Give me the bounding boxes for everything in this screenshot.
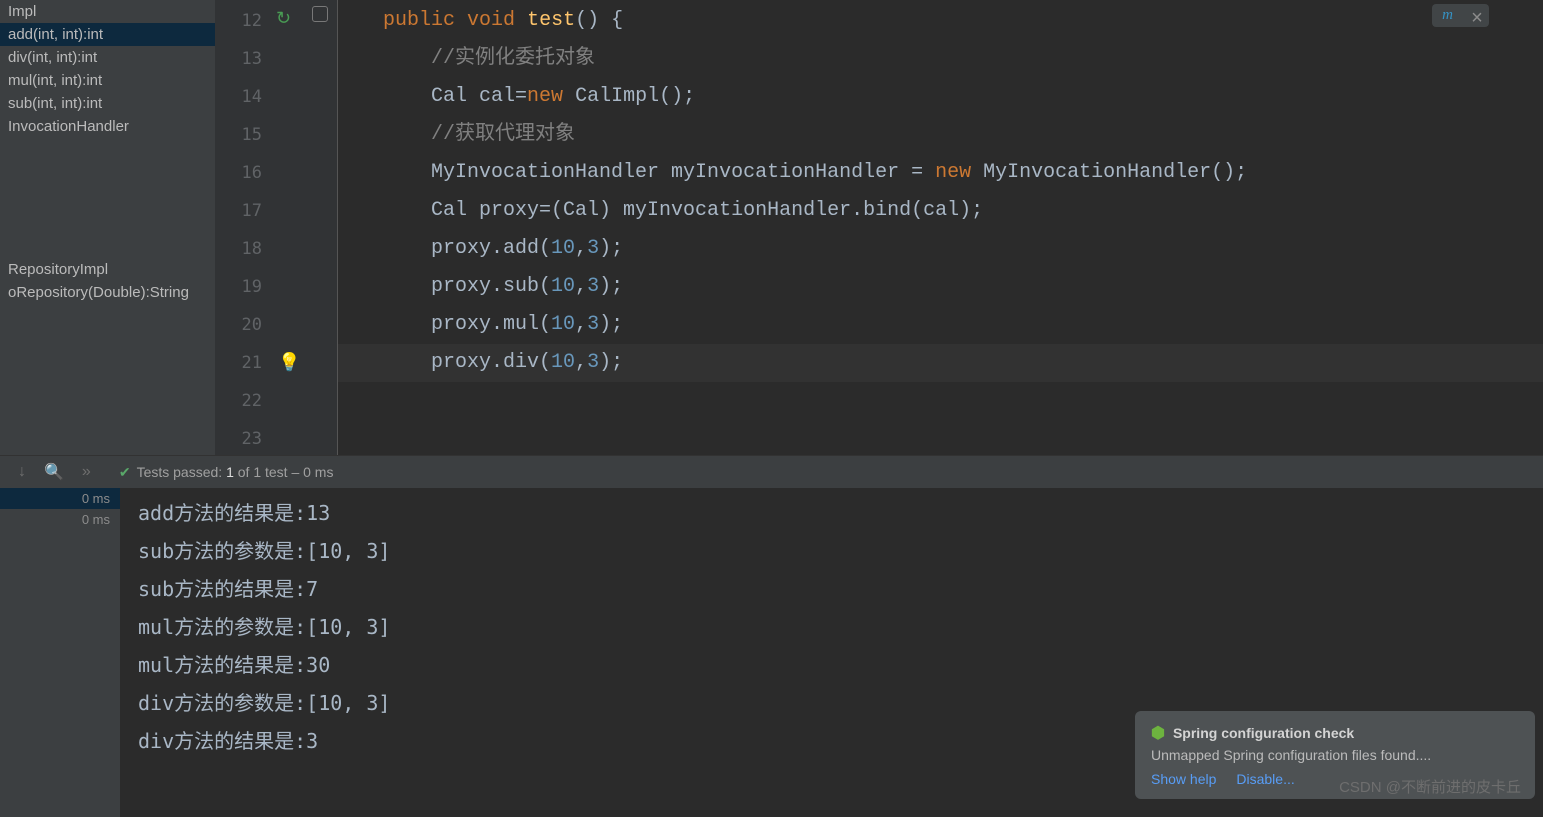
structure-item[interactable]: mul(int, int):int <box>0 69 215 92</box>
line-number[interactable]: 13 <box>215 40 270 78</box>
structure-item[interactable]: Impl <box>0 0 215 23</box>
code-line[interactable]: Cal proxy=(Cal) myInvocationHandler.bind… <box>338 192 1543 230</box>
code-line[interactable]: //获取代理对象 <box>338 116 1543 154</box>
line-number[interactable]: 22 <box>215 382 270 420</box>
structure-item[interactable]: div(int, int):int <box>0 46 215 69</box>
line-number[interactable]: 12 <box>215 2 270 40</box>
more-icon[interactable]: » <box>82 463 91 481</box>
notification-link[interactable]: Show help <box>1151 771 1216 787</box>
watermark: CSDN @不断前进的皮卡丘 <box>1339 776 1521 797</box>
tests-passed-label: Tests passed: 1 of 1 test – 0 ms <box>137 464 334 480</box>
test-tree[interactable]: 0 ms0 ms <box>0 488 120 817</box>
structure-item[interactable]: RepositoryImpl <box>0 258 215 281</box>
notification-link[interactable]: Disable... <box>1236 771 1294 787</box>
code-line[interactable]: //实例化委托对象 <box>338 40 1543 78</box>
console-line: sub方法的参数是:[10, 3] <box>138 532 1543 570</box>
line-number[interactable]: 18 <box>215 230 270 268</box>
structure-item[interactable]: add(int, int):int <box>0 23 215 46</box>
editor-badge: m × <box>1432 4 1489 27</box>
code-line[interactable]: public void test() { <box>338 2 1543 40</box>
console-line: mul方法的参数是:[10, 3] <box>138 608 1543 646</box>
vcs-changed-icon: ↻ <box>276 8 291 29</box>
close-icon[interactable]: × <box>1471 8 1483 31</box>
structure-item[interactable]: oRepository(Double):String <box>0 281 215 304</box>
code-line[interactable]: proxy.div(10,3); <box>338 344 1543 382</box>
code-line[interactable] <box>338 420 1543 458</box>
line-gutter: 121314151617181920212223 <box>215 0 270 455</box>
console-line: add方法的结果是:13 <box>138 494 1543 532</box>
code-line[interactable]: Cal cal=new CalImpl(); <box>338 78 1543 116</box>
line-number[interactable]: 15 <box>215 116 270 154</box>
console-line: mul方法的结果是:30 <box>138 646 1543 684</box>
structure-item[interactable]: sub(int, int):int <box>0 92 215 115</box>
code-line[interactable]: proxy.sub(10,3); <box>338 268 1543 306</box>
line-number[interactable]: 21 <box>215 344 270 382</box>
line-number[interactable]: 20 <box>215 306 270 344</box>
badge-icon: m <box>1442 7 1453 24</box>
notification-title: Spring configuration check <box>1173 725 1354 741</box>
test-tree-item[interactable]: 0 ms <box>0 488 120 509</box>
code-line[interactable] <box>338 382 1543 420</box>
check-icon: ✔ <box>119 464 131 481</box>
arrow-down-icon[interactable]: ↓ <box>18 463 26 481</box>
structure-item[interactable]: InvocationHandler <box>0 115 215 138</box>
code-line[interactable]: proxy.add(10,3); <box>338 230 1543 268</box>
line-number[interactable]: 17 <box>215 192 270 230</box>
line-number[interactable]: 16 <box>215 154 270 192</box>
gutter-icons: ↻ 💡 <box>270 0 338 455</box>
intention-bulb-icon[interactable]: 💡 <box>278 352 300 373</box>
line-number[interactable]: 14 <box>215 78 270 116</box>
notification-body: Unmapped Spring configuration files foun… <box>1151 747 1519 763</box>
code-editor[interactable]: m × public void test() { //实例化委托对象 Cal c… <box>338 0 1543 455</box>
line-number[interactable]: 23 <box>215 420 270 458</box>
code-line[interactable]: MyInvocationHandler myInvocationHandler … <box>338 154 1543 192</box>
line-number[interactable]: 19 <box>215 268 270 306</box>
test-tree-item[interactable]: 0 ms <box>0 509 120 530</box>
override-icon <box>312 6 328 22</box>
code-line[interactable]: proxy.mul(10,3); <box>338 306 1543 344</box>
structure-panel: Impladd(int, int):intdiv(int, int):intmu… <box>0 0 215 455</box>
search-icon[interactable]: 🔍 <box>44 462 64 482</box>
test-status-bar: ↓ 🔍 » ✔ Tests passed: 1 of 1 test – 0 ms <box>0 456 1543 488</box>
console-line: sub方法的结果是:7 <box>138 570 1543 608</box>
spring-icon: ⬢ <box>1151 723 1165 743</box>
